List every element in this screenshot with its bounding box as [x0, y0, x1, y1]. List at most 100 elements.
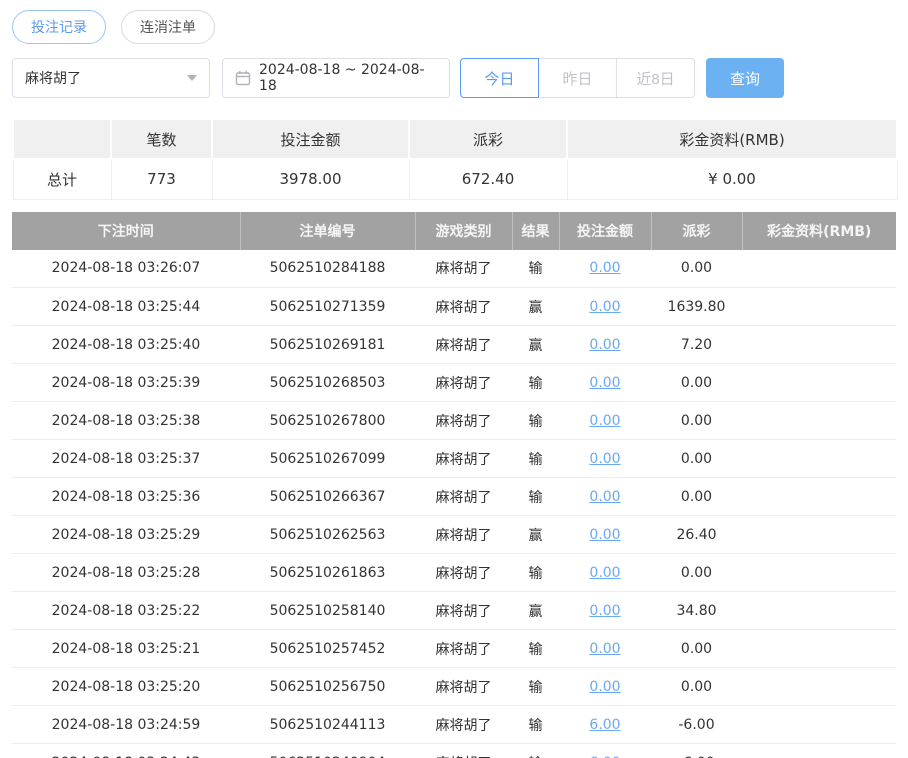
bet-amount-link[interactable]: 0.00	[589, 375, 620, 391]
bonus-cell	[742, 439, 896, 478]
quick-filter-today[interactable]: 今日	[460, 58, 539, 98]
game-type-cell: 麻将胡了	[415, 401, 512, 440]
records-col-header: 注单编号	[240, 211, 416, 250]
game-type-cell: 麻将胡了	[415, 439, 512, 478]
bonus-cell	[742, 553, 896, 592]
order-id-cell: 5062510257452	[240, 629, 415, 668]
result-cell: 输	[512, 705, 559, 744]
bet-amount-cell: 0.00	[559, 363, 651, 402]
bet-time-cell: 2024-08-18 03:25:20	[12, 667, 240, 706]
table-row: 2024-08-18 03:25:39 5062510268503 麻将胡了输 0.0…	[12, 363, 896, 402]
date-range-input[interactable]: 2024-08-18 ~ 2024-08-18	[222, 58, 450, 98]
bet-time-cell: 2024-08-18 03:25:36	[12, 477, 240, 516]
bet-amount-link[interactable]: 6.00	[589, 717, 620, 733]
order-id-cell: 5062510258140	[240, 591, 415, 630]
bonus-cell	[742, 249, 896, 288]
payout-cell: -6.00	[651, 705, 742, 744]
quick-filter-yesterday[interactable]: 昨日	[538, 58, 617, 98]
order-id-cell: 5062510267099	[240, 439, 415, 478]
bet-amount-link[interactable]: 0.00	[589, 641, 620, 657]
bet-time-cell: 2024-08-18 03:25:37	[12, 439, 240, 478]
bet-amount-link[interactable]: 0.00	[589, 489, 620, 505]
payout-cell: 0.00	[651, 363, 742, 402]
result-cell: 输	[512, 439, 559, 478]
bet-amount-link[interactable]: 0.00	[589, 679, 620, 695]
tab-cancelled-orders[interactable]: 连消注单	[121, 10, 215, 44]
quick-filter-last-8-days[interactable]: 近8日	[616, 58, 695, 98]
bet-amount-cell: 0.00	[559, 591, 651, 630]
order-id-cell: 5062510268503	[240, 363, 415, 402]
result-cell: 输	[512, 477, 559, 516]
bet-amount-link[interactable]: 0.00	[589, 413, 620, 429]
bet-time-cell: 2024-08-18 03:26:07	[12, 249, 240, 288]
game-type-cell: 麻将胡了	[415, 667, 512, 706]
game-select[interactable]: 麻将胡了	[12, 58, 210, 98]
bet-amount-cell: 0.00	[559, 515, 651, 554]
summary-total-bonus: ¥ 0.00	[566, 158, 898, 200]
order-id-cell: 5062510266367	[240, 477, 415, 516]
summary-table: 笔数 投注金额 派彩 彩金资料(RMB) 总计 773 3978.00 672.…	[12, 118, 898, 200]
bet-amount-link[interactable]: 6.00	[589, 755, 620, 758]
table-row: 2024-08-18 03:25:28 5062510261863 麻将胡了输 0.0…	[12, 553, 896, 592]
bet-time-cell: 2024-08-18 03:25:28	[12, 553, 240, 592]
table-row: 2024-08-18 03:25:37 5062510267099 麻将胡了输 0.0…	[12, 439, 896, 478]
bet-amount-cell: 0.00	[559, 325, 651, 364]
records-col-header: 投注金额	[559, 211, 652, 250]
records-header-row: 下注时间 注单编号 游戏类别 结果 投注金额 派彩 彩金资料(RMB)	[12, 211, 896, 250]
betting-records-page: 投注记录 连消注单 麻将胡了 2024-08-18 ~ 2024-08-18 今…	[0, 0, 908, 758]
payout-cell: 34.80	[651, 591, 742, 630]
bet-time-cell: 2024-08-18 03:25:44	[12, 287, 240, 326]
result-cell: 输	[512, 743, 559, 758]
table-row: 2024-08-18 03:24:59 5062510244113 麻将胡了输 6.0…	[12, 705, 896, 744]
summary-total-bet-amount: 3978.00	[211, 158, 410, 200]
tab-betting-records[interactable]: 投注记录	[12, 10, 106, 44]
summary-header-bonus: 彩金资料(RMB)	[566, 118, 898, 160]
table-row: 2024-08-18 03:25:44 5062510271359 麻将胡了赢 0.0…	[12, 287, 896, 326]
table-row: 2024-08-18 03:25:22 5062510258140 麻将胡了赢 0.0…	[12, 591, 896, 630]
payout-cell: 0.00	[651, 439, 742, 478]
payout-cell: 0.00	[651, 401, 742, 440]
game-type-cell: 麻将胡了	[415, 553, 512, 592]
bet-time-cell: 2024-08-18 03:24:43	[12, 743, 240, 758]
filter-bar: 麻将胡了 2024-08-18 ~ 2024-08-18 今日 昨日 近8日 查…	[12, 58, 896, 98]
records-col-header: 结果	[512, 211, 560, 250]
order-id-cell: 5062510267800	[240, 401, 415, 440]
result-cell: 输	[512, 629, 559, 668]
bet-amount-cell: 0.00	[559, 553, 651, 592]
order-id-cell: 5062510284188	[240, 249, 415, 288]
search-button[interactable]: 查询	[706, 58, 784, 98]
bonus-cell	[742, 325, 896, 364]
bet-amount-link[interactable]: 0.00	[589, 337, 620, 353]
game-type-cell: 麻将胡了	[415, 363, 512, 402]
bonus-cell	[742, 401, 896, 440]
bet-amount-link[interactable]: 0.00	[589, 299, 620, 315]
game-type-cell: 麻将胡了	[415, 477, 512, 516]
order-id-cell: 5062510256750	[240, 667, 415, 706]
game-type-cell: 麻将胡了	[415, 591, 512, 630]
bet-amount-link[interactable]: 0.00	[589, 565, 620, 581]
game-type-cell: 麻将胡了	[415, 287, 512, 326]
payout-cell: -6.00	[651, 743, 742, 758]
bonus-cell	[742, 629, 896, 668]
table-row: 2024-08-18 03:24:435062510240904麻将胡了输 6.0…	[12, 743, 896, 758]
table-row: 2024-08-18 03:25:20 5062510256750 麻将胡了输 0.0…	[12, 667, 896, 706]
table-row: 2024-08-18 03:26:07 5062510284188 麻将胡了输 0.0…	[12, 249, 896, 288]
date-range-value: 2024-08-18 ~ 2024-08-18	[259, 62, 425, 94]
records-col-header: 彩金资料(RMB)	[742, 211, 896, 250]
bonus-cell	[742, 477, 896, 516]
bet-amount-link[interactable]: 0.00	[589, 451, 620, 467]
summary-total-label: 总计	[12, 158, 112, 200]
bet-time-cell: 2024-08-18 03:25:38	[12, 401, 240, 440]
records-col-header: 下注时间	[12, 211, 241, 250]
bet-amount-link[interactable]: 0.00	[589, 603, 620, 619]
payout-cell: 1639.80	[651, 287, 742, 326]
bet-amount-link[interactable]: 0.00	[589, 527, 620, 543]
bet-amount-link[interactable]: 0.00	[589, 260, 620, 276]
game-select-value: 麻将胡了	[25, 71, 81, 87]
result-cell: 输	[512, 249, 559, 288]
table-row: 2024-08-18 03:25:38 5062510267800 麻将胡了输 0.0…	[12, 401, 896, 440]
bonus-cell	[742, 591, 896, 630]
bet-amount-cell: 0.00	[559, 287, 651, 326]
game-type-cell: 麻将胡了	[415, 705, 512, 744]
bet-time-cell: 2024-08-18 03:25:39	[12, 363, 240, 402]
